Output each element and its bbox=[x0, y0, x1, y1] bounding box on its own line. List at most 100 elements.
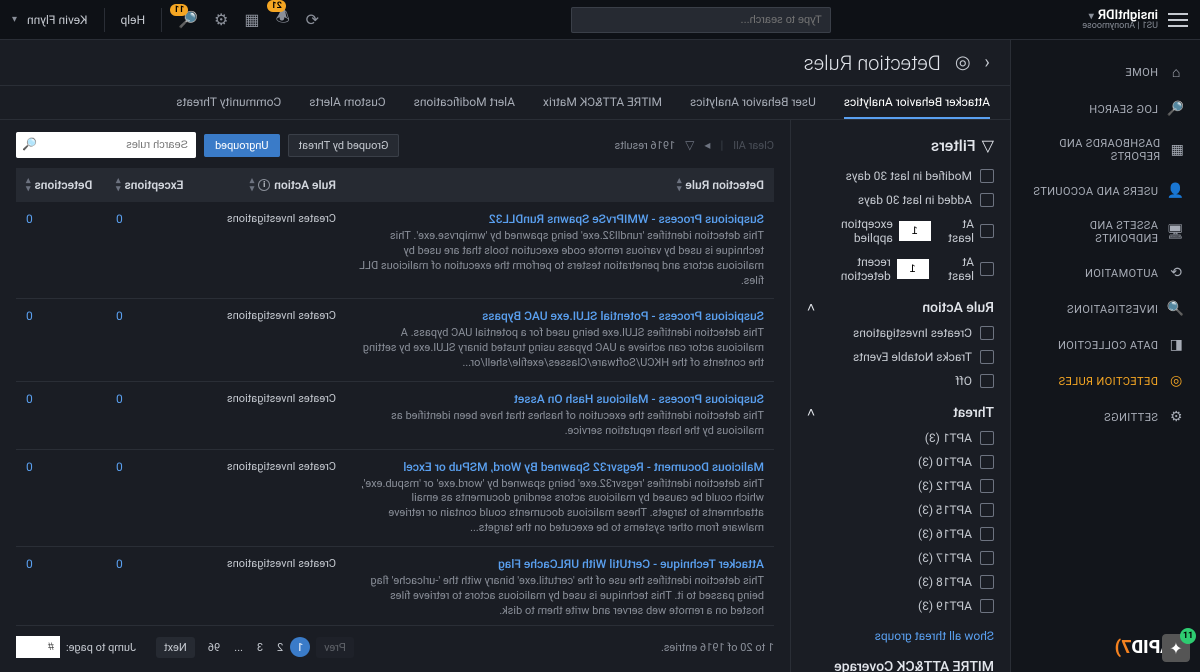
help-link[interactable]: Help bbox=[121, 13, 146, 27]
tab-user-behavior-analytics[interactable]: User Behavior Analytics bbox=[690, 95, 816, 119]
filter-threat-apt15[interactable]: APT15 (3) bbox=[807, 503, 994, 517]
filter-ra-creates[interactable]: Creates Investigations bbox=[807, 326, 994, 340]
th-exceptions[interactable]: Exceptions▴▾ bbox=[106, 177, 206, 193]
back-chevron-icon[interactable]: ‹ bbox=[985, 52, 990, 73]
exceptions-cell[interactable]: 0 bbox=[106, 309, 206, 371]
filter-threat-apt16[interactable]: APT16 (3) bbox=[807, 527, 994, 541]
tab-attacker-behavior-analytics[interactable]: Attacker Behavior Analytics bbox=[844, 95, 990, 119]
th-rule[interactable]: Detection Rule▴▾ bbox=[346, 177, 774, 193]
filters-pane: ▽ Filters Modified in last 30 days Added… bbox=[790, 120, 1010, 672]
rule-name-link[interactable]: Attacker Technique - CertUtil With URLCa… bbox=[356, 557, 764, 571]
nav-icon: 🖥 bbox=[1168, 224, 1184, 240]
exceptions-cell[interactable]: 0 bbox=[106, 460, 206, 536]
sidenav-item-settings[interactable]: ⚙SETTINGS bbox=[1011, 399, 1200, 435]
entries-label: 1 to 20 of 1916 entries. bbox=[661, 641, 774, 654]
apps-icon[interactable]: ▦ bbox=[244, 10, 259, 29]
filter-modified-30[interactable]: Modified in last 30 days bbox=[807, 169, 994, 183]
rule-action-cell: Creates Investigations bbox=[206, 557, 346, 619]
rule-description: This detection identifies the execution … bbox=[356, 409, 764, 439]
page-96[interactable]: 96 bbox=[201, 637, 227, 658]
nav-icon: 🔍 bbox=[1168, 101, 1184, 117]
atleast-detection-input[interactable] bbox=[897, 259, 929, 279]
detections-cell[interactable]: 0 bbox=[16, 557, 106, 619]
expand-icon[interactable]: ▸ bbox=[704, 138, 710, 152]
sidenav-item-data-collection[interactable]: ◧DATA COLLECTION bbox=[1011, 327, 1200, 363]
filter-section-threat[interactable]: Threat˄ bbox=[807, 404, 994, 421]
detections-cell[interactable]: 0 bbox=[16, 460, 106, 536]
page-2[interactable]: 2 bbox=[270, 637, 290, 658]
sidenav-item-detection-rules[interactable]: ◎DETECTION RULES bbox=[1011, 363, 1200, 399]
filter-section-rule-action[interactable]: Rule Action˄ bbox=[807, 299, 994, 316]
info-icon[interactable]: i bbox=[258, 179, 270, 191]
filter-threat-apt12[interactable]: APT12 (3) bbox=[807, 479, 994, 493]
sidenav-item-assets-and-endpoints[interactable]: 🖥ASSETS AND ENDPOINTS bbox=[1011, 209, 1200, 255]
sidenav-item-log-search[interactable]: 🔍LOG SEARCH bbox=[1011, 91, 1200, 127]
filter-ra-notable[interactable]: Tracks Notable Events bbox=[807, 350, 994, 364]
exceptions-cell[interactable]: 0 bbox=[106, 557, 206, 619]
results-count: 1916 results bbox=[615, 139, 676, 152]
gear-icon[interactable]: ⚙ bbox=[214, 10, 228, 29]
spark-icon[interactable]: ✦ 11 bbox=[1162, 634, 1190, 662]
filter-atleast-exception[interactable]: At least exception applied bbox=[807, 217, 994, 245]
target-icon: ◎ bbox=[955, 52, 971, 73]
prev-button[interactable]: Prev bbox=[316, 637, 354, 658]
nav-icon: ◧ bbox=[1168, 337, 1184, 353]
tab-mitre-att&ck-matrix[interactable]: MITRE ATT&CK Matrix bbox=[543, 95, 662, 119]
grouped-pill[interactable]: Grouped by Threat bbox=[288, 134, 400, 157]
filter-section-mitre[interactable]: MITRE ATT&CK Coverage bbox=[807, 659, 994, 672]
page-3[interactable]: 3 bbox=[250, 637, 270, 658]
detections-cell[interactable]: 0 bbox=[16, 392, 106, 439]
global-search-input[interactable] bbox=[571, 7, 831, 33]
page-1[interactable]: 1 bbox=[290, 637, 310, 657]
search-rules-input[interactable] bbox=[16, 132, 196, 158]
nav-icon: 👤 bbox=[1168, 183, 1184, 199]
filter-ra-off[interactable]: Off bbox=[807, 374, 994, 388]
notifications-icon[interactable]: 🕭21 bbox=[276, 6, 290, 33]
nav-icon: ▦ bbox=[1170, 142, 1184, 158]
jump-input[interactable] bbox=[16, 636, 60, 658]
product-brand[interactable]: insightIDR▾ US1 | Anonymoose bbox=[1082, 9, 1158, 31]
sidenav-item-home[interactable]: ⌂HOME bbox=[1011, 54, 1200, 91]
filter-threat-apt10[interactable]: APT10 (3) bbox=[807, 455, 994, 469]
filter-atleast-detection[interactable]: At least recent detection bbox=[807, 255, 994, 283]
table-footer: 1 to 20 of 1916 entries. Prev 123...96 N… bbox=[16, 625, 774, 672]
refresh-icon[interactable]: ⟲ bbox=[306, 10, 319, 29]
clear-all[interactable]: Clear All bbox=[733, 139, 774, 152]
atleast-exception-input[interactable] bbox=[899, 221, 931, 241]
user-menu[interactable]: Kevin Flynn▾ bbox=[12, 13, 88, 27]
sidenav-item-dashboards-and-reports[interactable]: ▦DASHBOARDS AND REPORTS bbox=[1011, 127, 1200, 173]
rule-name-link[interactable]: Suspicious Process - Potential SLUI.exe … bbox=[356, 309, 764, 323]
filter-small-icon[interactable]: ▽ bbox=[685, 138, 694, 152]
rule-name-link[interactable]: Suspicious Process - WMIPrvSe Spawns Run… bbox=[356, 212, 764, 226]
filter-threat-apt18[interactable]: APT18 (3) bbox=[807, 575, 994, 589]
jump-label: Jump to page: bbox=[66, 641, 136, 654]
tab-alert-modifications[interactable]: Alert Modifications bbox=[414, 95, 515, 119]
tab-community-threats[interactable]: Community Threats bbox=[176, 95, 281, 119]
nav-icon: ◎ bbox=[1168, 373, 1184, 389]
sidenav-item-users-and-accounts[interactable]: 👤USERS AND ACCOUNTS bbox=[1011, 173, 1200, 209]
nav-icon: ⚙ bbox=[1168, 409, 1184, 425]
page-title: Detection Rules bbox=[804, 51, 941, 75]
th-detections[interactable]: Detections▴▾ bbox=[16, 177, 106, 193]
search-icon[interactable]: 🔍11 bbox=[178, 10, 198, 29]
filter-threat-apt19[interactable]: APT19 (3) bbox=[807, 599, 994, 613]
exceptions-cell[interactable]: 0 bbox=[106, 212, 206, 288]
exceptions-cell[interactable]: 0 bbox=[106, 392, 206, 439]
sidenav-item-automation[interactable]: ⟳AUTOMATION bbox=[1011, 255, 1200, 291]
assistant-float[interactable]: ✦ 11 bbox=[1162, 634, 1190, 662]
rule-name-link[interactable]: Malicious Document - Regsvr32 Spawned By… bbox=[356, 460, 764, 474]
rule-name-link[interactable]: Suspicious Process - Malicious Hash On A… bbox=[356, 392, 764, 406]
ungrouped-pill[interactable]: Ungrouped bbox=[204, 134, 280, 157]
tab-custom-alerts[interactable]: Custom Alerts bbox=[309, 95, 385, 119]
detections-cell[interactable]: 0 bbox=[16, 309, 106, 371]
hamburger-icon[interactable] bbox=[1168, 13, 1188, 27]
show-all-threats[interactable]: Show all threat groups bbox=[875, 629, 994, 643]
filter-threat-apt1[interactable]: APT1 (3) bbox=[807, 431, 994, 445]
next-button[interactable]: Next bbox=[156, 637, 195, 658]
filter-threat-apt17[interactable]: APT17 (3) bbox=[807, 551, 994, 565]
detections-cell[interactable]: 0 bbox=[16, 212, 106, 288]
nav-icon: ⌂ bbox=[1168, 64, 1184, 81]
sidenav-item-investigations[interactable]: 🔎INVESTIGATIONS bbox=[1011, 291, 1200, 327]
th-action[interactable]: Rule Action i▴▾ bbox=[206, 177, 346, 193]
filter-added-30[interactable]: Added in last 30 days bbox=[807, 193, 994, 207]
